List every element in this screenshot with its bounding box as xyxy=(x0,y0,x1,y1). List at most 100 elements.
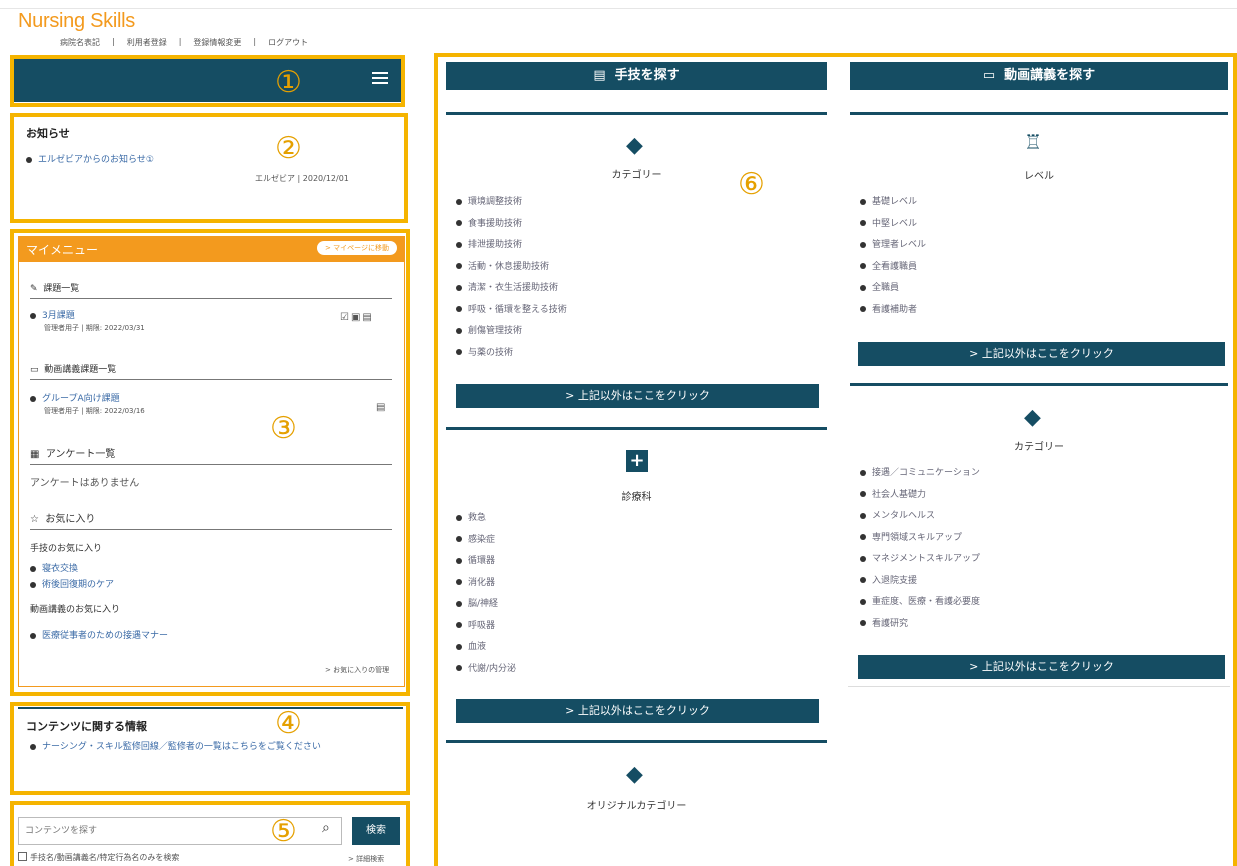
notice-item-label: エルゼビアからのお知らせ① xyxy=(38,155,154,165)
marker-2: ② xyxy=(275,131,302,166)
video-tasks-section-header: ▭ 動画講義課題一覧 xyxy=(30,362,392,380)
original-category-title[interactable]: オリジナルカテゴリー xyxy=(446,797,827,812)
skills-more-button-2[interactable]: > 上記以外はここをクリック xyxy=(456,699,819,723)
video-task-action-icon[interactable]: ▤ xyxy=(376,402,385,413)
videos-category-title: カテゴリー xyxy=(1014,442,1064,453)
video-task-meta: 管理者用子 | 期限: 2022/03/16 xyxy=(44,407,145,415)
skills-dept-list: 救急 感染症 循環器 消化器 脳/神経 呼吸器 血液 代謝/内分泌 xyxy=(456,508,816,680)
list-item[interactable]: 食事援助技術 xyxy=(456,214,816,236)
search-icon[interactable]: ⌕ xyxy=(322,820,330,836)
medal-icon: ♖ xyxy=(1024,130,1042,154)
list-item[interactable]: 救急 xyxy=(456,508,816,530)
list-item[interactable]: 重症度、医療・看護必要度 xyxy=(860,592,1220,614)
videos-category-list: 接遇／コミュニケーション 社会人基礎力 メンタルヘルス 専門領域スキルアップ マ… xyxy=(860,463,1220,635)
task-name: 3月課題 xyxy=(42,311,75,321)
skills-dept-title: 診療科 xyxy=(621,492,652,503)
document-icon: ▤ xyxy=(593,68,606,83)
list-item[interactable]: 専門領域スキルアップ xyxy=(860,528,1220,550)
skills-dept-divider xyxy=(446,427,827,430)
list-item[interactable]: 中堅レベル xyxy=(860,214,1220,236)
videos-level-list: 基礎レベル 中堅レベル 管理者レベル 全看護職員 全職員 看護補助者 xyxy=(860,192,1220,321)
list-item[interactable]: 代謝/内分泌 xyxy=(456,659,816,681)
list-item[interactable]: 消化器 xyxy=(456,573,816,595)
list-item[interactable]: 全職員 xyxy=(860,278,1220,300)
survey-title: アンケート一覧 xyxy=(45,449,116,460)
videos-level-divider xyxy=(850,112,1228,115)
videos-bottom-border xyxy=(848,686,1230,687)
title-only-checkbox-label: 手技名/動画講義名/特定行為名のみを検索 xyxy=(30,853,180,862)
mymenu-header: マイメニュー > マイページに移動 xyxy=(18,236,405,262)
list-item[interactable]: 基礎レベル xyxy=(860,192,1220,214)
fav-video-label: 医療従事者のための接遇マナー xyxy=(42,631,169,641)
marker-4: ④ xyxy=(275,706,302,741)
list-item[interactable]: 清潔・衣生活援助技術 xyxy=(456,278,816,300)
fav-skill-label: 寝衣交換 xyxy=(42,564,79,574)
content-info-item[interactable]: ナーシング・スキル監修回線／監修者の一覧はこちらをご覧ください xyxy=(30,741,390,754)
skills-panel-header: ▤ 手技を探す xyxy=(446,62,827,90)
mypage-button[interactable]: > マイページに移動 xyxy=(317,241,397,255)
highlight-frame-1 xyxy=(10,55,405,107)
fav-manage-link[interactable]: > お気に入りの管理 xyxy=(325,665,389,675)
video-tasks-title: 動画講義課題一覧 xyxy=(44,365,117,375)
skills-more-button-1[interactable]: > 上記以外はここをクリック xyxy=(456,384,819,408)
skills-header-label: 手技を探す xyxy=(614,68,680,83)
task-meta: 管理者用子 | 期限: 2022/03/31 xyxy=(44,324,145,332)
task-action-icons[interactable]: ☑▣▤ xyxy=(340,312,374,323)
list-item[interactable]: 感染症 xyxy=(456,530,816,552)
list-item[interactable]: 全看護職員 xyxy=(860,257,1220,279)
search-button[interactable]: 検索 xyxy=(352,817,400,845)
list-item[interactable]: 社会人基礎力 xyxy=(860,485,1220,507)
list-item[interactable]: 呼吸器 xyxy=(456,616,816,638)
videos-more-button-1[interactable]: > 上記以外はここをクリック xyxy=(858,342,1225,366)
list-item[interactable]: 循環器 xyxy=(456,551,816,573)
skills-original-divider xyxy=(446,740,827,743)
header-link-user-register[interactable]: 利用者登録 xyxy=(127,37,167,48)
video-task-item[interactable]: グループA向け課題 xyxy=(30,391,120,404)
favorites-title: お気に入り xyxy=(45,514,96,525)
tag-icon: ◆ xyxy=(626,133,643,158)
videos-panel-header: ▭ 動画講義を探す xyxy=(850,62,1228,90)
fav-video-title: 動画講義のお気に入り xyxy=(30,605,121,615)
survey-empty-text: アンケートはありません xyxy=(30,478,140,489)
list-item[interactable]: 看護補助者 xyxy=(860,300,1220,322)
fav-video-item[interactable]: 医療従事者のための接遇マナー xyxy=(30,628,168,641)
advanced-search-link[interactable]: > 詳細検索 xyxy=(348,854,384,864)
survey-icon: ▦ xyxy=(30,449,40,460)
list-item[interactable]: 呼吸・循環を整える技術 xyxy=(456,300,816,322)
list-item[interactable]: 入退院支援 xyxy=(860,571,1220,593)
header-link-logout[interactable]: ログアウト xyxy=(268,37,308,48)
star-icon: ☆ xyxy=(30,514,39,525)
list-item[interactable]: 与薬の技術 xyxy=(456,343,816,365)
videos-level-title: レベル xyxy=(1024,171,1054,182)
list-item[interactable]: 血液 xyxy=(456,637,816,659)
list-item[interactable]: 脳/神経 xyxy=(456,594,816,616)
plus-icon: + xyxy=(626,450,648,472)
list-item[interactable]: 接遇／コミュニケーション xyxy=(860,463,1220,485)
fav-skill-item[interactable]: 術後回復期のケア xyxy=(30,577,114,590)
content-info-label: ナーシング・スキル監修回線／監修者の一覧はこちらをご覧ください xyxy=(42,742,321,752)
header-link-hospital[interactable]: 病院名表記 xyxy=(60,37,100,48)
site-logo[interactable]: Nursing Skills xyxy=(18,10,135,33)
notice-item[interactable]: エルゼビアからのお知らせ① xyxy=(26,152,154,165)
list-item[interactable]: メンタルヘルス xyxy=(860,506,1220,528)
videos-category-divider xyxy=(850,383,1228,386)
fav-skill-item[interactable]: 寝衣交換 xyxy=(30,561,78,574)
list-item[interactable]: 活動・休息援助技術 xyxy=(456,257,816,279)
video-icon: ▭ xyxy=(30,365,39,375)
header-link-edit-info[interactable]: 登録情報変更 xyxy=(193,37,241,48)
title-only-checkbox[interactable] xyxy=(18,852,27,861)
tasks-title: 課題一覧 xyxy=(43,284,80,294)
list-item[interactable]: 看護研究 xyxy=(860,614,1220,636)
fav-skill-title: 手技のお気に入り xyxy=(30,544,103,554)
top-divider xyxy=(0,8,1237,9)
skills-category-divider xyxy=(446,112,827,115)
content-info-divider xyxy=(18,707,403,709)
list-item[interactable]: マネジメントスキルアップ xyxy=(860,549,1220,571)
task-item[interactable]: 3月課題 xyxy=(30,308,75,321)
list-item[interactable]: 排泄援助技術 xyxy=(456,235,816,257)
list-item[interactable]: 管理者レベル xyxy=(860,235,1220,257)
fav-skill-label: 術後回復期のケア xyxy=(42,580,115,590)
list-item[interactable]: 創傷管理技術 xyxy=(456,321,816,343)
videos-more-button-2[interactable]: > 上記以外はここをクリック xyxy=(858,655,1225,679)
original-tag-icon: ◆ xyxy=(626,762,643,787)
